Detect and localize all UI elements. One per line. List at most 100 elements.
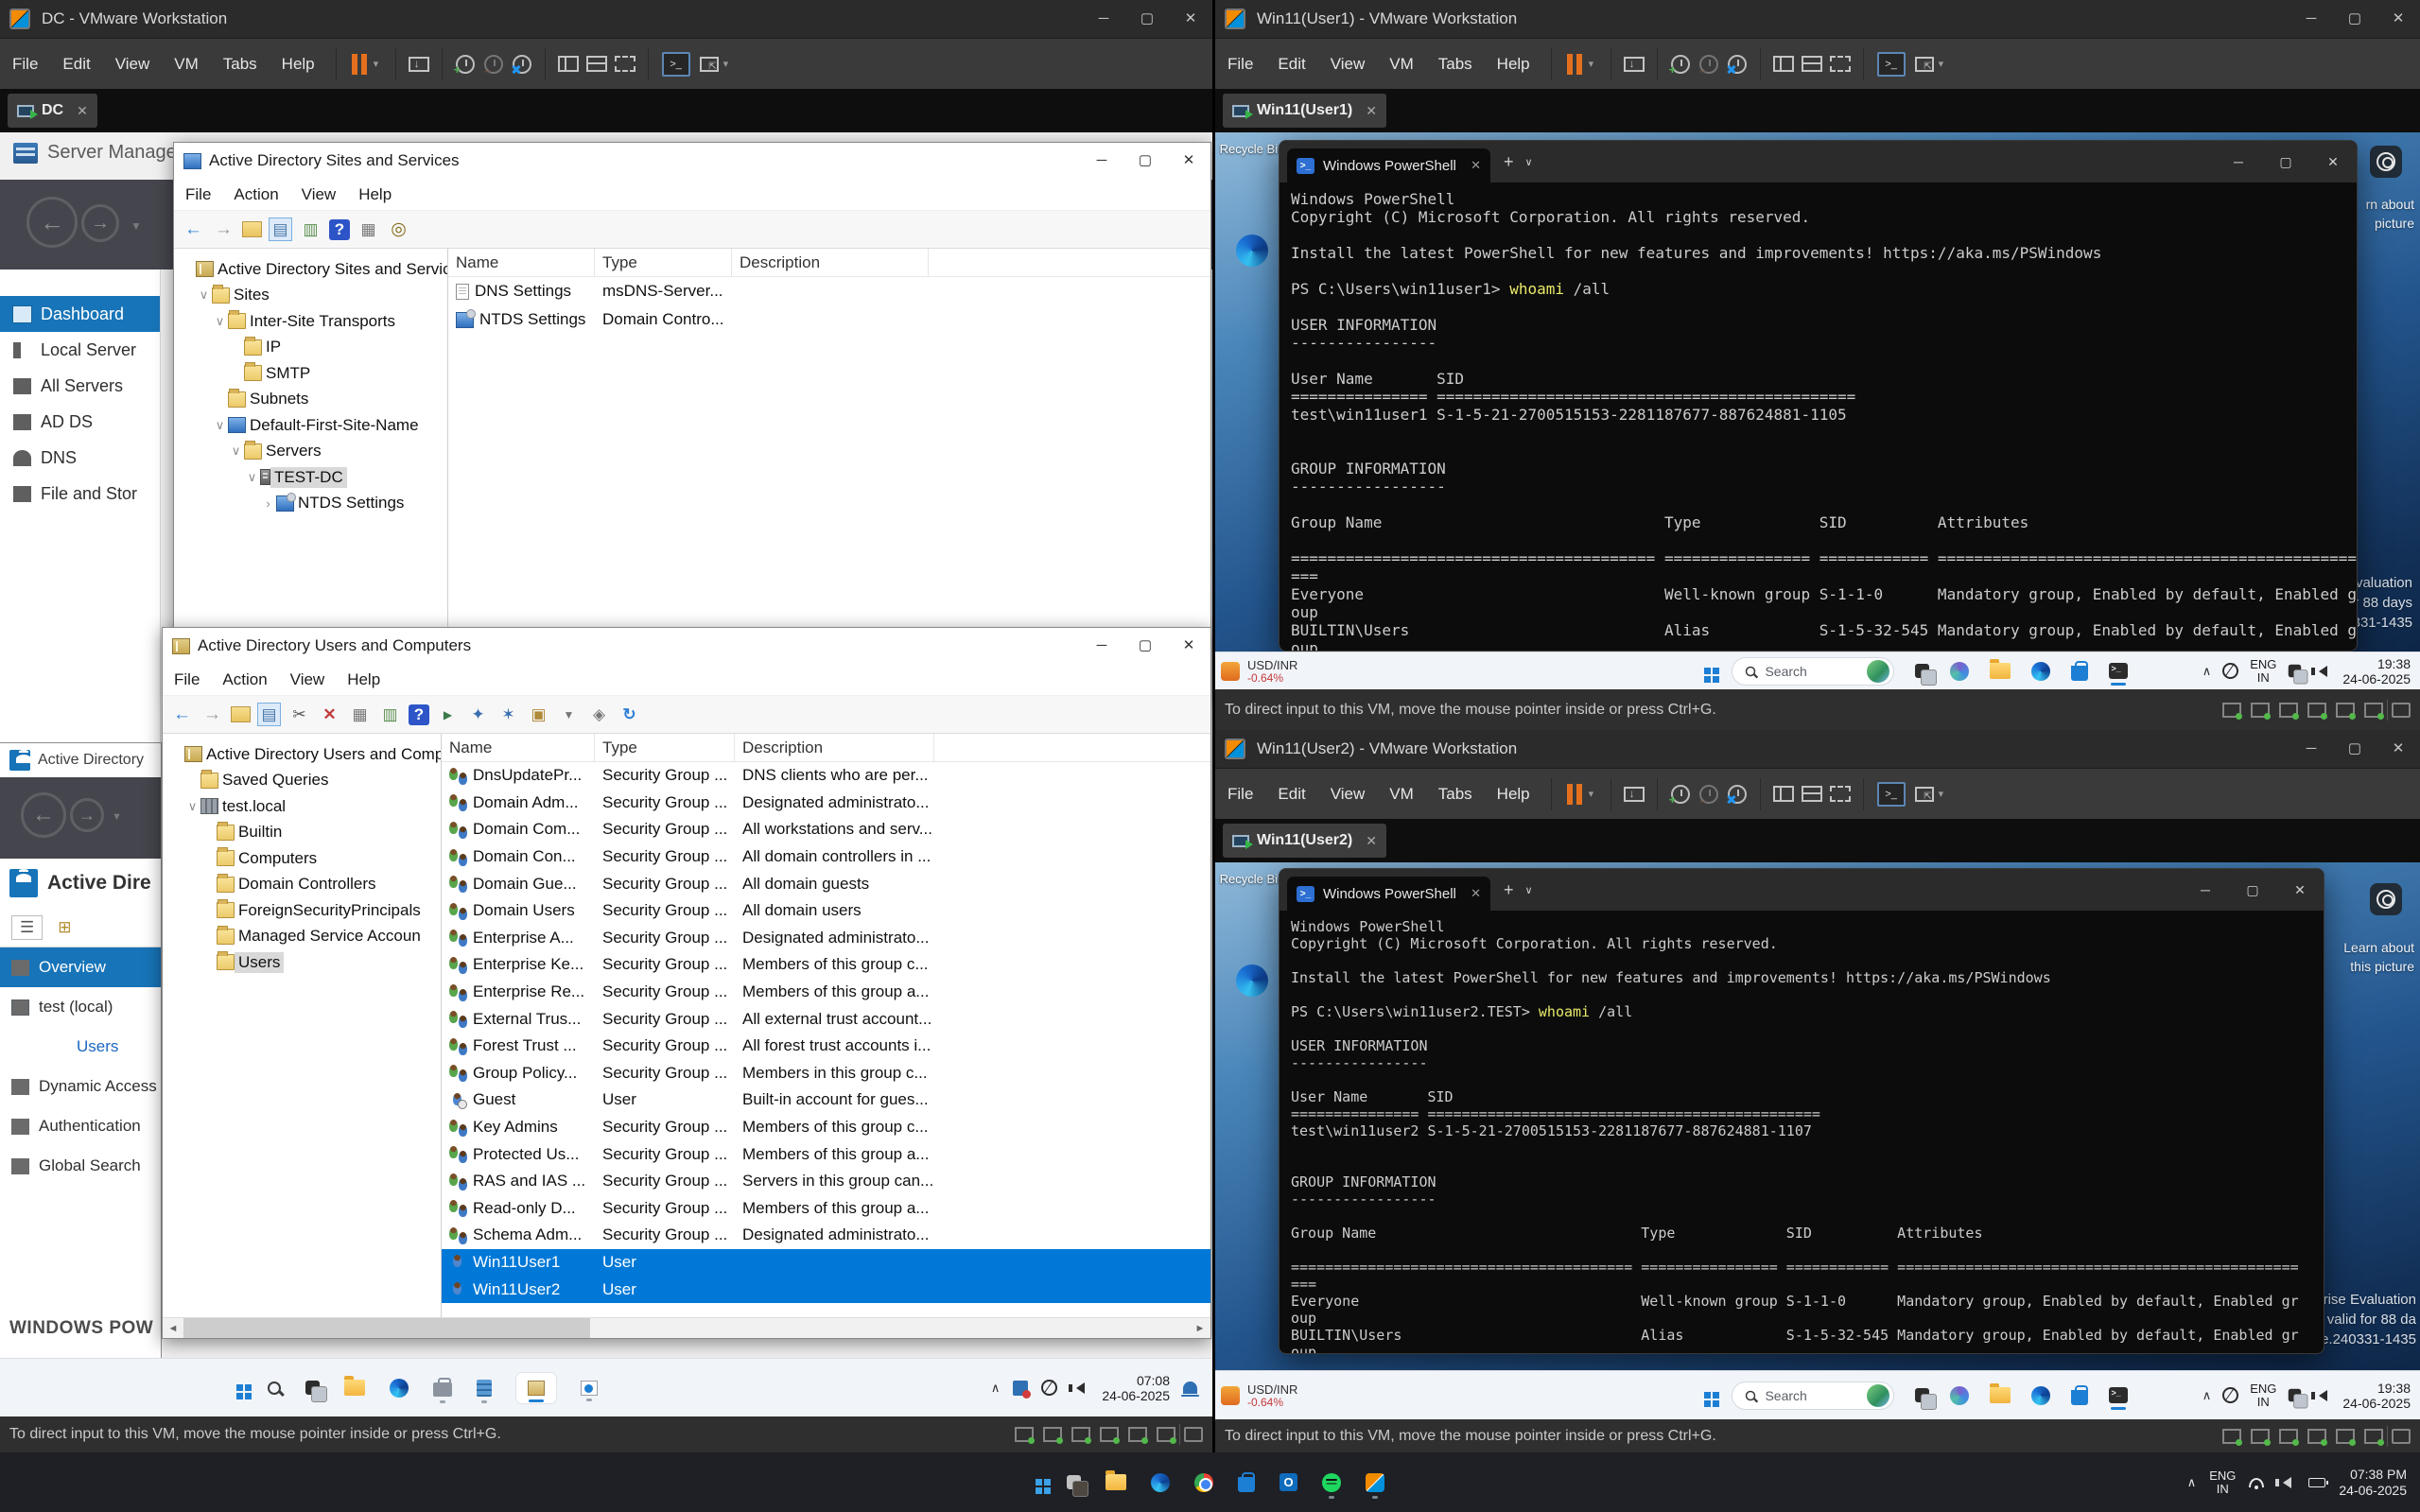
- ctrl-alt-del-button[interactable]: [405, 48, 433, 80]
- hard-disk-icon[interactable]: [2222, 703, 2241, 718]
- terminal-output[interactable]: Windows PowerShell Copyright (C) Microso…: [1280, 182, 2357, 651]
- edge-desktop-icon[interactable]: [1217, 965, 1287, 999]
- display-icon[interactable]: [1157, 1427, 1175, 1442]
- tree-node[interactable]: Subnets: [174, 387, 447, 413]
- hidden-icons-chevron[interactable]: ∧: [2202, 1388, 2212, 1403]
- fullscreen-button[interactable]: [1910, 48, 1939, 80]
- back-button[interactable]: ←: [21, 792, 66, 838]
- Help-icon[interactable]: Help: [1485, 55, 1542, 74]
- manage-snapshots-button[interactable]: [508, 48, 536, 80]
- adac-nav-item[interactable]: Overview: [0, 947, 161, 987]
- user-list-row[interactable]: Guest User Built-in account for gues...: [442, 1086, 1210, 1114]
- tree-node[interactable]: ∨ test.local: [163, 793, 441, 820]
- hidden-icons-chevron[interactable]: ∧: [2187, 1475, 2197, 1490]
- user-list-row[interactable]: Key Admins Security Group ... Members of…: [442, 1114, 1210, 1141]
- tab-close-icon[interactable]: ✕: [1471, 886, 1481, 901]
- notification-bell-icon[interactable]: [1183, 1382, 1197, 1394]
- cut-icon[interactable]: [287, 703, 311, 726]
- pause-vm-button[interactable]: [1560, 48, 1589, 80]
- display-icon[interactable]: [2364, 703, 2383, 718]
- minimize-button[interactable]: ─: [2289, 730, 2333, 768]
- user-list-row[interactable]: External Trus... Security Group ... All …: [442, 1005, 1210, 1033]
- maximize-button[interactable]: ▢: [2333, 730, 2376, 768]
- task-view-button[interactable]: [305, 1381, 320, 1395]
- Tabs-icon[interactable]: Tabs: [1426, 55, 1485, 74]
- hidden-icons-chevron[interactable]: ∧: [2202, 664, 2212, 679]
- copilot-button[interactable]: [1950, 662, 1969, 681]
- user-list-row[interactable]: Forest Trust ... Security Group ... All …: [442, 1033, 1210, 1060]
- start-button[interactable]: [1704, 1392, 1711, 1399]
- store-button[interactable]: [2071, 666, 2088, 681]
- pause-dropdown-icon[interactable]: ▾: [1589, 788, 1602, 800]
- maximize-button[interactable]: ▢: [2229, 869, 2276, 911]
- revert-snapshot-button[interactable]: [1695, 778, 1723, 810]
- usb-device-icon[interactable]: [2336, 703, 2355, 718]
- VM-icon[interactable]: VM: [1377, 785, 1426, 804]
- delete-icon[interactable]: [318, 703, 341, 726]
- add-ou-icon[interactable]: [527, 703, 550, 726]
- learn-about-picture-text[interactable]: Learn about this picture: [2343, 938, 2414, 976]
- take-snapshot-button[interactable]: [1666, 778, 1695, 810]
- tree-node[interactable]: Domain Controllers: [163, 872, 441, 898]
- VM-icon[interactable]: VM: [162, 55, 211, 74]
- revert-snapshot-button[interactable]: [1695, 48, 1723, 80]
- forward-icon[interactable]: [200, 703, 224, 726]
- taskbar-clock[interactable]: 07:08 24-06-2025: [1102, 1373, 1170, 1403]
- user-list-row[interactable]: Domain Users Security Group ... All doma…: [442, 897, 1210, 925]
- user-list-row[interactable]: Read-only D... Security Group ... Member…: [442, 1195, 1210, 1223]
- ctrl-alt-del-button[interactable]: [1620, 778, 1648, 810]
- user-avatar-desktop-icon[interactable]: [2358, 146, 2414, 182]
- Action-icon[interactable]: Action: [211, 670, 278, 689]
- export-icon[interactable]: [378, 703, 402, 726]
- View-icon[interactable]: View: [279, 670, 337, 689]
- show-tree-icon[interactable]: [257, 703, 281, 726]
- find-icon[interactable]: [387, 217, 410, 241]
- manage-snapshots-button[interactable]: [1723, 778, 1751, 810]
- close-button[interactable]: ✕: [2376, 0, 2420, 38]
- new-tab-button[interactable]: +: [1504, 880, 1514, 900]
- user-avatar-desktop-icon[interactable]: [2358, 883, 2414, 919]
- scrollbar-thumb[interactable]: [183, 1318, 590, 1338]
- usb-device-icon[interactable]: [2336, 1429, 2355, 1444]
- manage-snapshots-button[interactable]: [1723, 48, 1751, 80]
- show-library-button[interactable]: [1769, 778, 1798, 810]
- task-view-button[interactable]: [1915, 1388, 1929, 1402]
- powershell-history-pane-title[interactable]: WINDOWS POW: [9, 1318, 153, 1339]
- tree-node[interactable]: Computers: [163, 845, 441, 872]
- export-list-icon[interactable]: [299, 217, 322, 241]
- taskbar-clock[interactable]: 07:38 PM 24-06-2025: [2339, 1467, 2407, 1499]
- pause-vm-button[interactable]: [345, 48, 374, 80]
- edge-button[interactable]: [2031, 662, 2050, 681]
- filter-icon[interactable]: [557, 703, 581, 726]
- add-user-icon[interactable]: [466, 703, 490, 726]
- server-manager-taskbar-button[interactable]: [433, 1382, 452, 1397]
- Help-icon[interactable]: Help: [270, 55, 327, 74]
- minimize-button[interactable]: ─: [2215, 141, 2262, 182]
- maximize-button[interactable]: ▢: [1123, 143, 1167, 179]
- help-icon[interactable]: [409, 704, 429, 725]
- forward-button[interactable]: →: [70, 798, 104, 832]
- show-tree-icon[interactable]: [269, 217, 292, 241]
- recycle-bin-desktop-icon[interactable]: Recycle Bin: [1217, 142, 1287, 156]
- pause-dropdown-icon[interactable]: ▾: [374, 58, 387, 70]
- VM-icon[interactable]: VM: [1377, 55, 1426, 74]
- File-icon[interactable]: File: [163, 670, 211, 689]
- show-console-view-button[interactable]: [611, 48, 639, 80]
- fullscreen-button[interactable]: [695, 48, 723, 80]
- tab-close-icon[interactable]: ✕: [1471, 158, 1481, 173]
- taskbar-widget[interactable]: USD/INR -0.64%: [1221, 1382, 1297, 1409]
- tree-node[interactable]: ∨ Sites: [174, 283, 447, 309]
- maximize-button[interactable]: ▢: [1123, 628, 1167, 664]
- minimize-button[interactable]: ─: [1082, 0, 1125, 38]
- terminal-output[interactable]: Windows PowerShell Copyright (C) Microso…: [1280, 911, 2324, 1353]
- adac-taskbar-button[interactable]: [581, 1381, 598, 1396]
- up-folder-icon[interactable]: [242, 221, 262, 237]
- recycle-bin-desktop-icon[interactable]: Recycle Bin: [1217, 872, 1287, 886]
- pause-dropdown-icon[interactable]: ▾: [1589, 58, 1602, 70]
- detach-console-icon[interactable]: [2392, 1429, 2411, 1444]
- fullscreen-button[interactable]: [1910, 778, 1939, 810]
- terminal-tab[interactable]: >_ Windows PowerShell ✕: [1287, 877, 1490, 911]
- vm-tab-close-icon[interactable]: ✕: [1366, 833, 1377, 849]
- tree-node[interactable]: ∨ Servers: [174, 439, 447, 465]
- server-manager-nav-item[interactable]: File and Stor: [0, 476, 160, 512]
